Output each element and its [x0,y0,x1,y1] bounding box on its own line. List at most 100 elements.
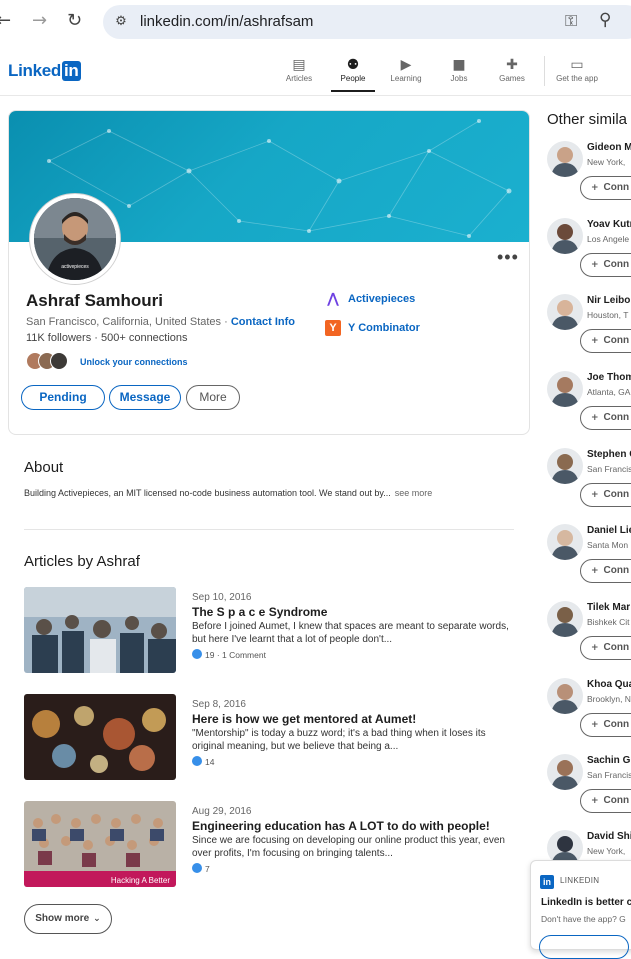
similar-profile-location: Los Angele [587,234,630,244]
chevron-down-icon: ⌄ [93,914,101,924]
similar-profile-name[interactable]: Yoav Kutr [587,219,631,230]
article-title[interactable]: Engineering education has A LOT to do wi… [192,819,490,833]
see-more-link[interactable]: see more [395,488,433,498]
promo-button[interactable] [539,935,629,959]
connect-button[interactable]: + Conn [580,253,631,277]
articles-heading: Articles by Ashraf [24,553,140,570]
show-more-button[interactable]: Show more ⌄ [24,904,112,934]
browser-toolbar: ← → ↻ ⚙ linkedin.com/in/ashrafsam ⚿ ⚲ [0,0,631,44]
connect-button[interactable]: + Conn [580,406,631,430]
nav-jobs[interactable]: ■ Jobs [437,56,481,83]
avatar[interactable] [547,218,583,254]
contact-info-link[interactable]: Contact Info [231,316,295,328]
avatar[interactable] [547,371,583,407]
article-reactions[interactable]: 14 [192,756,214,767]
app-promo-popup[interactable]: in LINKEDIN LinkedIn is better c Don't h… [530,860,631,959]
laptop-icon: ▭ [570,57,584,73]
article-item[interactable]: Hacking A Better Aug 29, 2016 Engineerin… [24,801,514,889]
article-title[interactable]: Here is how we get mentored at Aumet! [192,712,416,726]
connect-button[interactable]: + Conn [580,559,631,583]
article-date: Sep 10, 2016 [192,592,252,603]
similar-profile-location: Atlanta, GA [587,387,631,397]
connect-button[interactable]: + Conn [580,483,631,507]
similar-profile-name[interactable]: Sachin Gu [587,755,631,766]
similar-profile-name[interactable]: Stephen C [587,449,631,460]
avatar[interactable] [547,294,583,330]
connect-label: Conn [603,335,630,346]
article-reactions[interactable]: 7 [192,863,210,874]
avatar[interactable] [547,678,583,714]
similar-profile-name[interactable]: Khoa Qua [587,679,631,690]
url-text[interactable]: linkedin.com/in/ashrafsam [140,13,313,30]
reload-icon[interactable]: ↻ [67,10,82,31]
similar-profile-name[interactable]: David Shi [587,831,631,842]
avatar[interactable] [547,754,583,790]
company-activepieces[interactable]: ⋀ Activepieces [325,291,415,307]
svg-text:Hacking A Better: Hacking A Better [111,876,170,885]
pending-button[interactable]: Pending [21,385,105,410]
nav-games[interactable]: ✚ Games [490,56,534,83]
mutual-connections-avatars[interactable] [26,352,76,372]
like-icon [192,756,202,766]
nav-articles[interactable]: ▤ Articles [277,56,321,83]
similar-profile-name[interactable]: Joe Thom [587,372,631,383]
similar-profile-name[interactable]: Tilek Mar [587,602,630,613]
avatar[interactable] [547,141,583,177]
add-person-icon: + [591,260,599,270]
article-item[interactable]: Sep 8, 2016 Here is how we get mentored … [24,694,514,782]
article-excerpt: Before I joined Aumet, I knew that space… [192,621,509,645]
back-arrow-icon[interactable]: ← [0,10,11,31]
connect-button[interactable]: + Conn [580,713,631,737]
forward-arrow-icon[interactable]: → [32,10,47,31]
site-settings-icon[interactable]: ⚙ [111,12,131,32]
company-ycombinator[interactable]: YY Combinator [325,320,420,336]
password-key-icon[interactable]: ⚿ [565,11,577,31]
similar-profile-item[interactable]: Joe Thom Atlanta, GA + Conn [547,371,631,441]
similar-profile-item[interactable]: Daniel Lie Santa Mon + Conn [547,524,631,594]
similar-profile-item[interactable]: Khoa Qua Brooklyn, N + Conn [547,678,631,748]
add-person-icon: + [591,643,599,653]
linkedin-logo[interactable]: Linked in [8,61,81,81]
article-reactions[interactable]: 19 · 1 Comment [192,649,266,660]
connect-button[interactable]: + Conn [580,636,631,660]
similar-profile-name[interactable]: Gideon M [587,142,631,153]
avatar[interactable] [547,524,583,560]
profile-photo: activepieces [34,198,116,280]
about-heading: About [24,459,64,476]
avatar[interactable] [547,448,583,484]
similar-profile-item[interactable]: Nir Leibo Houston, T + Conn [547,294,631,364]
article-title[interactable]: The S p a c e Syndrome [192,605,327,619]
add-person-icon: + [591,183,599,193]
similar-profile-location: New York, [587,157,626,167]
more-button[interactable]: More [186,385,240,410]
unlock-connections-link[interactable]: Unlock your connections [80,357,188,367]
nav-learning[interactable]: ▶ Learning [384,56,428,83]
articles-icon: ▤ [292,57,306,73]
more-options-icon[interactable]: ••• [497,247,519,268]
message-button[interactable]: Message [109,385,181,410]
similar-profile-item[interactable]: Tilek Mar Bishkek Cit + Conn [547,601,631,671]
similar-profile-item[interactable]: Yoav Kutr Los Angele + Conn [547,218,631,288]
linkedin-logo-icon: in [540,875,554,889]
similar-profile-item[interactable]: Stephen C San Francis + Conn [547,448,631,518]
similar-profile-item[interactable]: Sachin Gu San Francis + Conn [547,754,631,824]
similar-profile-location: San Francis [587,770,631,780]
address-bar[interactable]: ⚙ linkedin.com/in/ashrafsam ⚿ ⚲ [103,5,631,39]
games-icon: ✚ [506,57,518,73]
zoom-icon[interactable]: ⚲ [599,10,611,30]
similar-profile-name[interactable]: Daniel Lie [587,525,631,536]
nav-people[interactable]: ⚉ People [331,56,375,92]
similar-profile-item[interactable]: Gideon M New York, + Conn [547,141,631,211]
connect-button[interactable]: + Conn [580,176,631,200]
similar-profile-name[interactable]: Nir Leibo [587,295,630,306]
article-excerpt: Since we are focusing on developing our … [192,835,505,859]
connect-button[interactable]: + Conn [580,329,631,353]
profile-avatar[interactable]: activepieces [29,193,121,285]
nav-get-the-app[interactable]: ▭ Get the app [552,56,602,83]
avatar[interactable] [547,601,583,637]
article-item[interactable]: Sep 10, 2016 The S p a c e Syndrome Befo… [24,587,514,675]
similar-profile-location: New York, [587,846,626,856]
connect-label: Conn [603,182,630,193]
connect-button[interactable]: + Conn [580,789,631,813]
like-icon [192,649,202,659]
